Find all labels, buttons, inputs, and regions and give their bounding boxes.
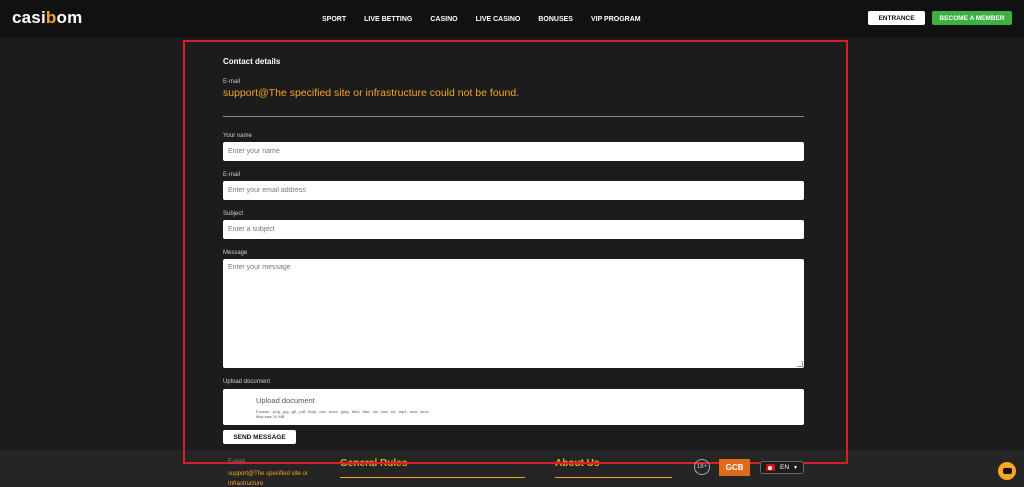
chat-support-icon[interactable]	[998, 462, 1016, 480]
subject-input[interactable]	[223, 220, 804, 239]
nav-casino[interactable]: CASINO	[430, 16, 457, 23]
nav-bonuses[interactable]: BONUSES	[538, 16, 573, 23]
upload-title: Upload document	[256, 396, 315, 405]
upload-label: Upload document	[223, 379, 271, 385]
footer: E-mail support@The specified site or Inf…	[0, 450, 1024, 487]
become-member-button[interactable]: BECOME A MEMBER	[932, 11, 1012, 25]
message-textarea[interactable]	[223, 259, 804, 368]
turkey-flag-icon	[766, 464, 775, 471]
logo-text-accent: b	[45, 8, 57, 27]
footer-email-value[interactable]: support@The specified site or Infrastruc…	[228, 469, 308, 487]
chat-bubble-icon	[1002, 468, 1012, 474]
gcb-license-badge[interactable]: GCB	[719, 459, 750, 476]
contact-email-label: E-mail	[223, 79, 241, 85]
subject-label: Subject	[223, 211, 244, 217]
textarea-resize-handle[interactable]	[797, 361, 803, 367]
footer-email-label: E-mail	[228, 459, 246, 465]
nav-vip-program[interactable]: VIP PROGRAM	[591, 16, 641, 23]
chevron-down-icon: ▼	[793, 464, 798, 471]
contact-email-value[interactable]: support@The specified site or infrastruc…	[223, 87, 519, 99]
email-label: E-mail	[223, 172, 241, 178]
footer-about-us-heading: About Us	[555, 458, 600, 469]
contact-details-title: Contact details	[223, 57, 281, 66]
logo-text-main: casi	[12, 8, 46, 27]
send-message-button[interactable]: SEND MESSAGE	[223, 430, 296, 444]
language-selector[interactable]: EN ▼	[760, 461, 804, 474]
logo-text-end: om	[56, 8, 83, 27]
name-label: Your name	[223, 133, 252, 139]
nav-live-casino[interactable]: LIVE CASINO	[476, 16, 521, 23]
casibom-logo[interactable]: casibom	[12, 8, 82, 28]
nav-live-betting[interactable]: LIVE BETTING	[364, 16, 412, 23]
section-divider	[223, 116, 804, 117]
entrance-button[interactable]: ENTRANCE	[868, 11, 925, 25]
email-input[interactable]	[223, 181, 804, 200]
name-input[interactable]	[223, 142, 804, 161]
footer-general-rules-underline	[340, 477, 525, 478]
main-nav: SPORT LIVE BETTING CASINO LIVE CASINO BO…	[322, 0, 659, 38]
footer-general-rules-heading: General Rules	[340, 458, 408, 469]
message-label: Message	[223, 250, 248, 256]
age-18-badge-icon: 18+	[694, 459, 710, 475]
language-code: EN	[780, 464, 790, 471]
upload-max-size: Max size 10 MB	[256, 414, 285, 419]
upload-dropzone[interactable]: Upload document Format : .png, .jpg, .gi…	[223, 389, 804, 425]
top-navbar: casibom SPORT LIVE BETTING CASINO LIVE C…	[0, 0, 1024, 38]
footer-about-us-underline	[555, 477, 672, 478]
nav-sport[interactable]: SPORT	[322, 16, 346, 23]
